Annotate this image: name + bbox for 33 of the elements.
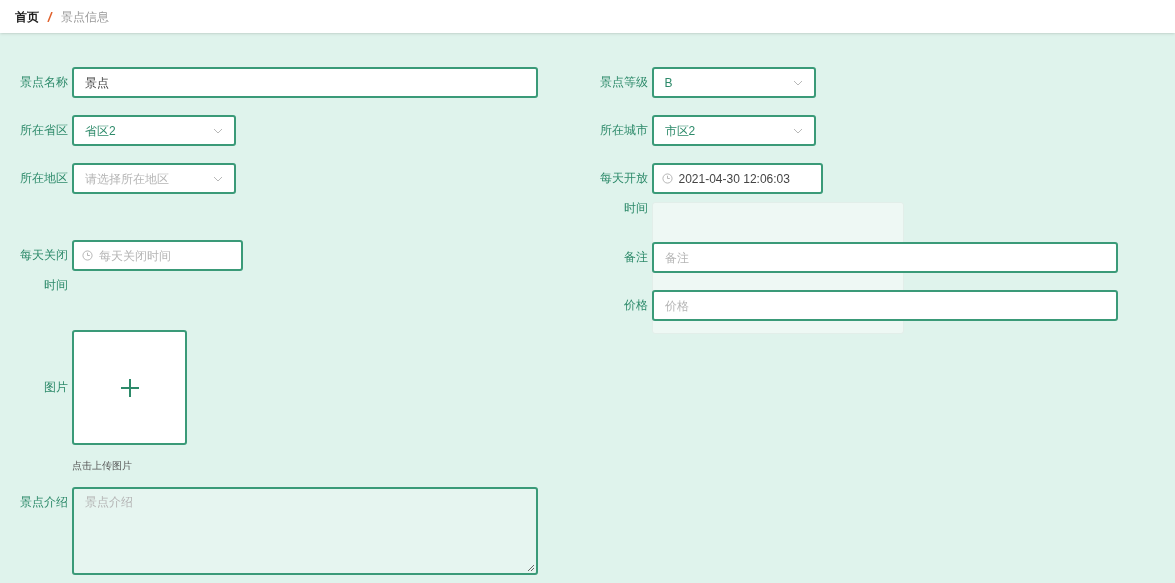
field-placeholder: 请选择所在地区 [85,170,169,188]
field-value: 市区2 [664,122,696,140]
field-label: 每天开放时间 [599,171,648,215]
field-label: 所在城市 [599,123,648,137]
text-field[interactable]: 备注 [651,242,1118,273]
datetime-field[interactable]: 每天关闭时间 [72,240,243,271]
text-field[interactable]: 景点 [72,67,538,98]
select-field[interactable]: 市区2 [651,115,816,146]
select-field[interactable]: 请选择所在地区 [72,163,236,194]
field-value: 省区2 [85,122,116,140]
field-label: 景点介绍 [20,495,68,509]
field-label: 景点名称 [20,75,68,89]
field-placeholder: 备注 [664,249,689,267]
breadcrumb-link[interactable]: 首页 [15,7,39,26]
field-label: 景点等级 [599,75,648,89]
text-field[interactable]: 价格 [651,290,1118,321]
select-field[interactable]: 省区2 [72,115,236,146]
field-placeholder: 景点介绍 [85,495,133,509]
field-label: 每天关闭时间 [20,248,68,292]
field-label: 图片 [44,380,68,394]
breadcrumb-link[interactable]: 景点信息 [61,7,109,26]
field-label: 所在省区 [20,123,68,137]
field-value: B [664,74,673,92]
field-value: 2021-04-30 12:06:03 [678,170,790,188]
field-placeholder: 价格 [664,297,689,315]
upload-hint: 点击上传图片 [72,459,133,473]
field-label: 备注 [623,250,648,264]
field-placeholder: 每天关闭时间 [99,247,171,265]
field-label: 价格 [623,298,648,312]
field-value: 景点 [85,74,109,92]
field-label: 所在地区 [20,171,68,185]
select-field[interactable]: B [651,67,816,98]
datetime-field[interactable]: 2021-04-30 12:06:03 [651,163,823,194]
